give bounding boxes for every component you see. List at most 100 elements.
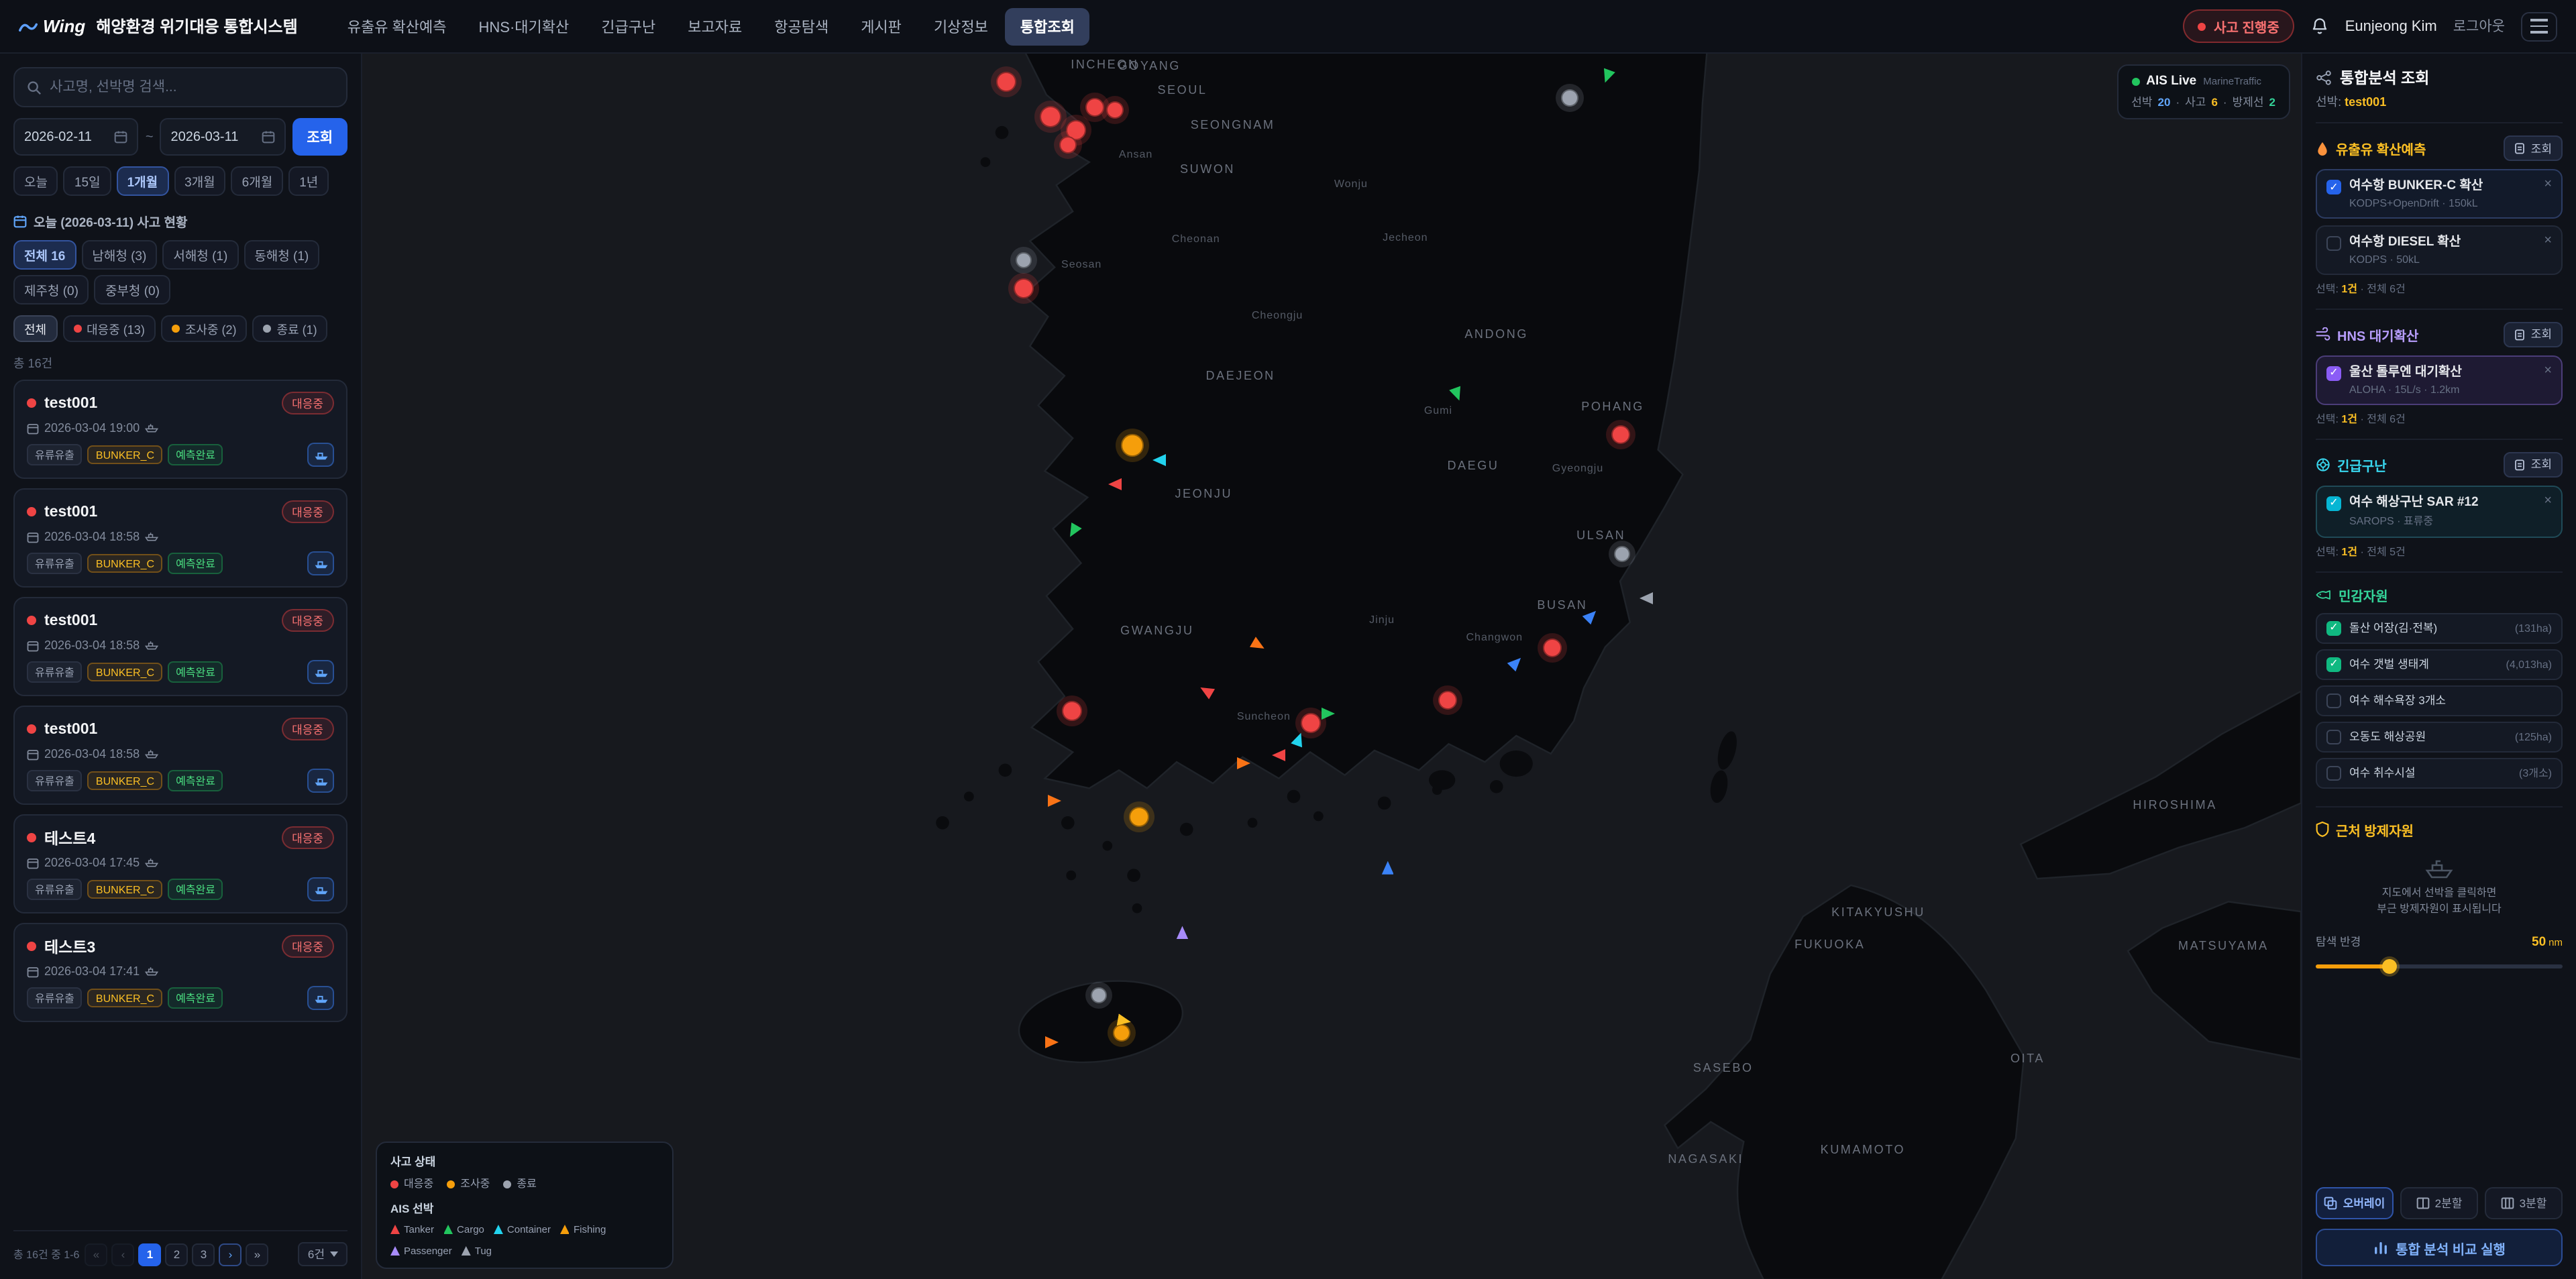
incident-marker[interactable] xyxy=(1106,101,1123,119)
incident-marker[interactable] xyxy=(1015,253,1031,269)
oil-scenario-item[interactable]: 여수항 DIESEL 확산 KODPS · 50kL × xyxy=(2316,225,2563,275)
next-page-button[interactable]: › xyxy=(219,1243,241,1266)
scenario-checkbox[interactable]: ✓ xyxy=(2326,366,2341,381)
incident-marker[interactable] xyxy=(1615,546,1631,562)
incident-marker[interactable] xyxy=(1062,701,1082,721)
locate-on-map-button[interactable] xyxy=(307,769,334,793)
ship-marker[interactable] xyxy=(1507,654,1525,672)
resource-item[interactable]: ✓ 돌산 어장(김·전복) (131ha) xyxy=(2316,612,2563,643)
ship-marker[interactable] xyxy=(1249,637,1267,655)
oil-query-button[interactable]: 조회 xyxy=(2504,135,2563,161)
ship-marker[interactable] xyxy=(1197,683,1214,700)
incident-marker[interactable] xyxy=(1114,1025,1131,1042)
range-3m[interactable]: 3개월 xyxy=(174,166,226,196)
hamburger-menu-icon[interactable] xyxy=(2521,11,2557,41)
date-query-button[interactable]: 조회 xyxy=(292,118,347,156)
map-canvas[interactable]: GOYANGSEOULINCHEONSEONGNAMAnsanSUWONWonj… xyxy=(362,54,2301,1279)
resource-checkbox[interactable] xyxy=(2326,693,2341,708)
nav-hns[interactable]: HNS·대기확산 xyxy=(464,7,584,45)
ship-marker[interactable] xyxy=(1273,749,1286,761)
remove-scenario-icon[interactable]: × xyxy=(2544,235,2552,248)
status-filter-all[interactable]: 전체 xyxy=(13,315,57,342)
incident-card[interactable]: test001 대응중 2026-03-04 18:58 유류유출 BUNKER… xyxy=(13,488,347,588)
ship-marker[interactable] xyxy=(1152,455,1166,467)
ship-marker[interactable] xyxy=(1321,707,1334,719)
resource-item[interactable]: 여수 해수욕장 3개소 xyxy=(2316,685,2563,716)
incident-in-progress-badge[interactable]: 사고 진행중 xyxy=(2183,9,2294,43)
resource-checkbox[interactable]: ✓ xyxy=(2326,657,2341,671)
resource-checkbox[interactable]: ✓ xyxy=(2326,620,2341,635)
locate-on-map-button[interactable] xyxy=(307,877,334,901)
nav-air-search[interactable]: 항공탐색 xyxy=(759,7,843,45)
incident-marker[interactable] xyxy=(1300,713,1320,733)
range-today[interactable]: 오늘 xyxy=(13,166,58,196)
nav-board[interactable]: 게시판 xyxy=(846,7,916,45)
incident-marker[interactable] xyxy=(1561,89,1578,107)
incident-marker[interactable] xyxy=(1130,806,1150,826)
resource-item[interactable]: 오동도 해상공원 (125ha) xyxy=(2316,721,2563,752)
incident-marker[interactable] xyxy=(1059,135,1077,153)
ship-marker[interactable] xyxy=(1176,926,1188,940)
incident-marker[interactable] xyxy=(1040,105,1061,127)
ship-marker[interactable] xyxy=(1582,606,1601,624)
ship-marker[interactable] xyxy=(1046,1036,1059,1048)
oil-scenario-item[interactable]: ✓ 여수항 BUNKER-C 확산 KODPS+OpenDrift · 150k… xyxy=(2316,169,2563,219)
range-15d[interactable]: 15일 xyxy=(64,166,111,196)
scenario-checkbox[interactable]: ✓ xyxy=(2326,496,2341,510)
incident-marker[interactable] xyxy=(1543,639,1562,658)
range-1m[interactable]: 1개월 xyxy=(117,166,169,196)
incident-marker[interactable] xyxy=(1085,98,1104,117)
nav-oil-spill[interactable]: 유출유 확산예측 xyxy=(333,7,462,45)
scenario-checkbox[interactable]: ✓ xyxy=(2326,180,2341,194)
incident-card[interactable]: test001 대응중 2026-03-04 18:58 유류유출 BUNKER… xyxy=(13,597,347,696)
ship-marker[interactable] xyxy=(1048,794,1061,806)
status-filter-responding[interactable]: 대응중 (13) xyxy=(62,315,156,342)
ship-marker[interactable] xyxy=(1599,68,1615,85)
incident-marker[interactable] xyxy=(1013,279,1033,299)
incident-card[interactable]: 테스트3 대응중 2026-03-04 17:41 유류유출 BUNKER_C … xyxy=(13,923,347,1022)
incident-card[interactable]: test001 대응중 2026-03-04 19:00 유류유출 BUNKER… xyxy=(13,380,347,479)
incident-marker[interactable] xyxy=(1611,426,1630,445)
remove-scenario-icon[interactable]: × xyxy=(2544,365,2552,378)
first-page-button[interactable]: « xyxy=(85,1243,107,1266)
date-to-field[interactable]: 2026-03-11 xyxy=(160,118,286,156)
bell-icon[interactable] xyxy=(2310,16,2329,36)
sar-query-button[interactable]: 조회 xyxy=(2504,451,2563,477)
ship-marker[interactable] xyxy=(1382,861,1394,875)
page-button-3[interactable]: 3 xyxy=(192,1243,215,1266)
search-input[interactable] xyxy=(50,79,334,95)
resource-item[interactable]: ✓ 여수 갯벌 생태계 (4,013ha) xyxy=(2316,649,2563,679)
scenario-checkbox[interactable] xyxy=(2326,236,2341,251)
sar-scenario-item[interactable]: ✓ 여수 해상구난 SAR #12 SAROPS · 표류중 × xyxy=(2316,485,2563,537)
region-filter-jungbu[interactable]: 중부청 (0) xyxy=(95,275,170,304)
nav-integrated-view[interactable]: 통합조회 xyxy=(1006,7,1089,45)
range-1y[interactable]: 1년 xyxy=(288,166,329,196)
ship-marker[interactable] xyxy=(1291,730,1307,747)
region-filter-donghae[interactable]: 동해청 (1) xyxy=(244,240,319,270)
locate-on-map-button[interactable] xyxy=(307,551,334,575)
remove-scenario-icon[interactable]: × xyxy=(2544,494,2552,508)
incident-marker[interactable] xyxy=(996,72,1016,92)
page-size-select[interactable]: 6건 xyxy=(299,1242,347,1266)
ship-marker[interactable] xyxy=(1108,478,1121,490)
page-button-1[interactable]: 1 xyxy=(138,1243,161,1266)
remove-scenario-icon[interactable]: × xyxy=(2544,178,2552,192)
view-split2-button[interactable]: 2분할 xyxy=(2400,1187,2478,1219)
date-from-field[interactable]: 2026-02-11 xyxy=(13,118,139,156)
logout-button[interactable]: 로그아웃 xyxy=(2453,16,2505,36)
ship-marker[interactable] xyxy=(1450,386,1466,403)
radius-slider[interactable] xyxy=(2316,958,2563,975)
status-filter-closed[interactable]: 종료 (1) xyxy=(253,315,328,342)
incident-marker[interactable] xyxy=(1120,433,1143,456)
incident-marker[interactable] xyxy=(1438,690,1457,709)
prev-page-button[interactable]: ‹ xyxy=(111,1243,134,1266)
incident-marker[interactable] xyxy=(1091,987,1107,1003)
run-comparison-button[interactable]: 통합 분석 비교 실행 xyxy=(2316,1229,2563,1266)
hns-query-button[interactable]: 조회 xyxy=(2504,322,2563,347)
region-filter-jeju[interactable]: 제주청 (0) xyxy=(13,275,89,304)
nav-reports[interactable]: 보고자료 xyxy=(673,7,757,45)
nav-sar[interactable]: 긴급구난 xyxy=(586,7,670,45)
resource-checkbox[interactable] xyxy=(2326,729,2341,744)
ship-marker[interactable] xyxy=(1639,592,1652,604)
view-split3-button[interactable]: 3분할 xyxy=(2485,1187,2563,1219)
